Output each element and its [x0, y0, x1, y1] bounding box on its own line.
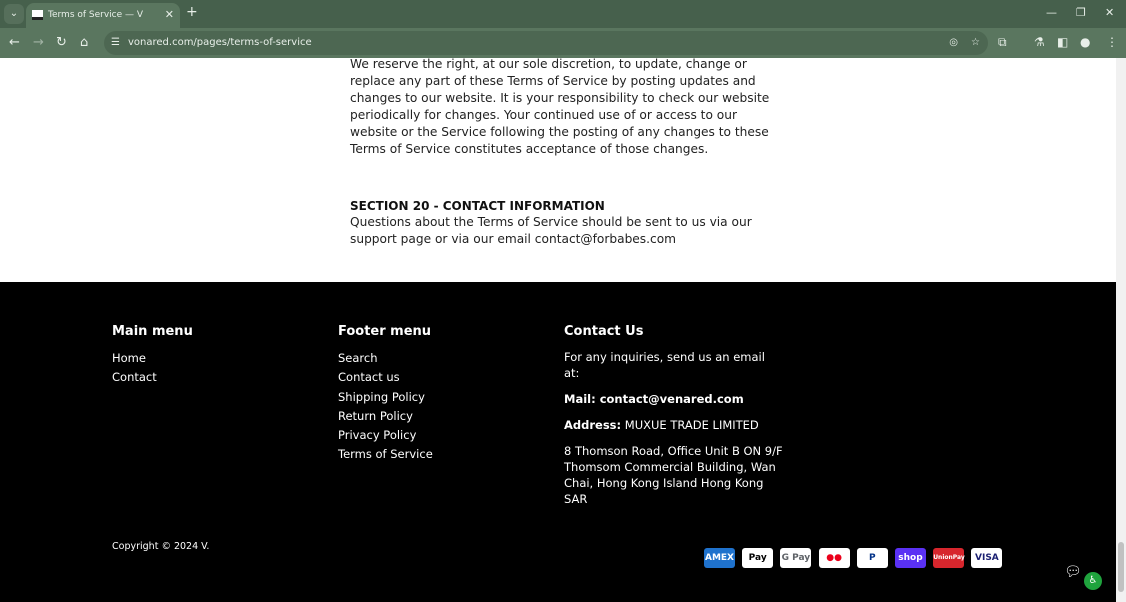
side-panel-icon[interactable]: ◧	[1057, 35, 1068, 49]
profile-avatar-icon[interactable]: ●	[1080, 35, 1090, 49]
contact-intro: For any inquiries, send us an email at:	[564, 350, 765, 380]
forward-icon[interactable]: →	[33, 35, 44, 50]
footer-link-shipping[interactable]: Shipping Policy	[338, 388, 433, 407]
terms-paragraph: We reserve the right, at our sole discre…	[350, 57, 770, 156]
close-window-button[interactable]: ✕	[1105, 6, 1114, 19]
page: We reserve the right, at our sole discre…	[0, 57, 1116, 602]
main-menu: Main menu Home Contact	[112, 324, 193, 388]
scrollbar-thumb[interactable]	[1118, 542, 1124, 592]
new-tab-button[interactable]: +	[186, 4, 198, 20]
address-label: Address:	[564, 418, 622, 432]
contact-mail: Mail: contact@venared.com	[564, 392, 744, 406]
section-text: Questions about the Terms of Service sho…	[350, 215, 752, 246]
menu-icon[interactable]: ⋮	[1106, 35, 1118, 49]
site-info-icon[interactable]: ☰	[111, 31, 120, 55]
payment-icon-gpay: G Pay	[780, 548, 812, 568]
payment-icon-pay: Pay	[742, 548, 774, 568]
contact-title: Contact Us	[564, 324, 644, 339]
footer-link-contact-us[interactable]: Contact us	[338, 368, 433, 387]
payment-icon-p: P	[856, 548, 888, 568]
favicon-icon	[32, 10, 43, 20]
footer-menu-title: Footer menu	[338, 324, 432, 339]
scrollbar[interactable]	[1116, 58, 1126, 602]
contact-us: Contact Us For any inquiries, send us an…	[564, 324, 784, 517]
home-icon[interactable]: ⌂	[80, 35, 88, 50]
contact-address: 8 Thomson Road, Office Unit B ON 9/F Tho…	[564, 444, 783, 506]
accessibility-icon[interactable]: ♿︎	[1084, 572, 1102, 590]
payment-icon-visa: VISA	[971, 548, 1003, 568]
payment-icon-shop: shop	[895, 548, 926, 568]
labs-icon[interactable]: ⚗	[1034, 35, 1045, 49]
close-tab-icon[interactable]: ✕	[165, 3, 174, 27]
footer-link-privacy[interactable]: Privacy Policy	[338, 426, 433, 445]
main-menu-contact[interactable]: Contact	[112, 368, 193, 387]
address-bar[interactable]: ☰ vonared.com/pages/terms-of-service ◎ ☆	[104, 31, 988, 55]
footer-link-terms[interactable]: Terms of Service	[338, 445, 433, 464]
footer-menu: Footer menu Search Contact us Shipping P…	[338, 324, 433, 465]
url-text: vonared.com/pages/terms-of-service	[128, 37, 312, 48]
address-name: MUXUE TRADE LIMITED	[624, 418, 759, 432]
footer-link-search[interactable]: Search	[338, 349, 433, 368]
section-title: SECTION 20 - CONTACT INFORMATION	[350, 199, 605, 213]
browser-toolbar: ← → ↻ ⌂ ☰ vonared.com/pages/terms-of-ser…	[0, 28, 1126, 58]
extensions-icon[interactable]: ⧉	[998, 35, 1007, 50]
browser-titlebar: ⌄ Terms of Service — V ✕ + — ❐ ✕	[0, 0, 1126, 28]
payment-icon-amex: AMEX	[704, 548, 735, 568]
tab-search-button[interactable]: ⌄	[4, 4, 24, 24]
chat-icon[interactable]: 💬︎	[1064, 564, 1082, 580]
main-menu-title: Main menu	[112, 324, 193, 339]
back-icon[interactable]: ←	[9, 35, 20, 50]
copyright: Copyright © 2024 V.	[112, 541, 210, 552]
footer-link-return[interactable]: Return Policy	[338, 407, 433, 426]
main-menu-home[interactable]: Home	[112, 349, 193, 368]
payment-icon-: ●●	[818, 548, 850, 568]
terms-content: We reserve the right, at our sole discre…	[0, 57, 1116, 282]
bookmark-star-icon[interactable]: ☆	[971, 31, 980, 55]
minimize-button[interactable]: —	[1046, 6, 1057, 19]
reload-icon[interactable]: ↻	[56, 35, 67, 50]
eye-off-icon[interactable]: ◎	[949, 31, 958, 55]
restore-button[interactable]: ❐	[1076, 6, 1086, 19]
tab-title: Terms of Service — V	[48, 10, 144, 20]
browser-tab[interactable]: Terms of Service — V ✕	[26, 3, 180, 28]
footer: Main menu Home Contact Footer menu Searc…	[0, 282, 1116, 602]
payment-icon-unionpay: UnionPay	[933, 548, 965, 568]
